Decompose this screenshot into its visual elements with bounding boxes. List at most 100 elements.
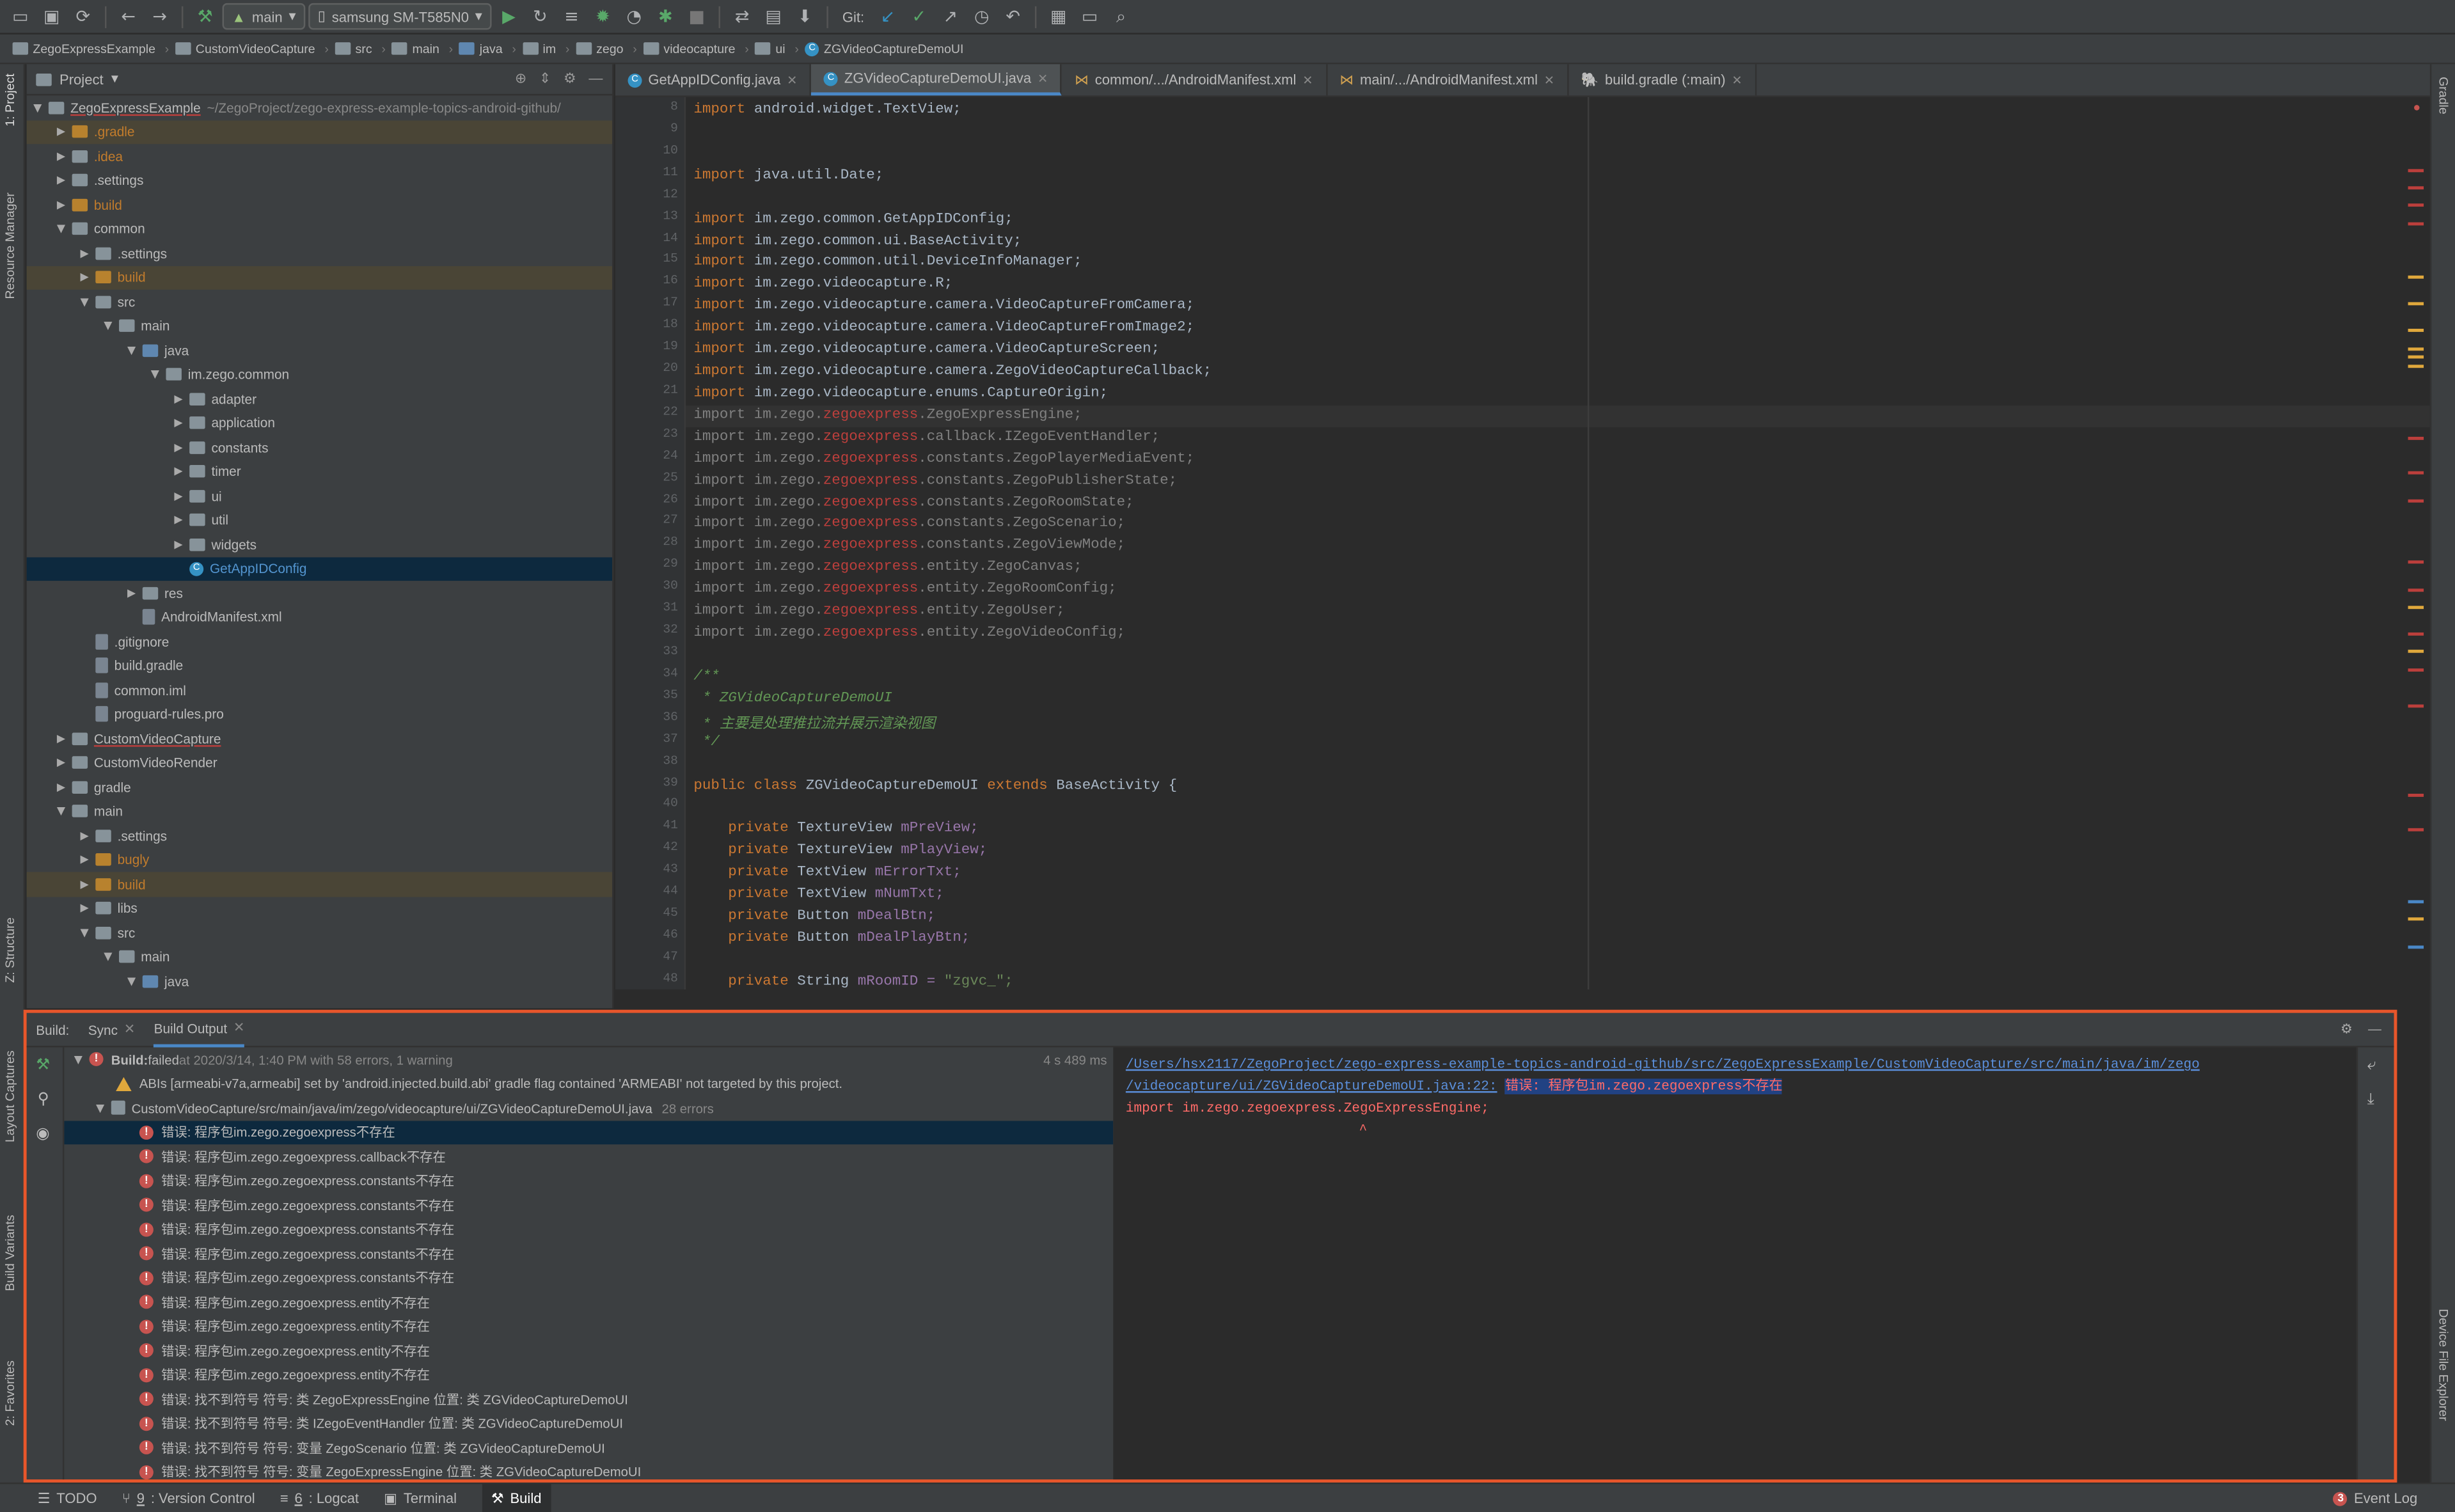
tree-item[interactable]: ▶ .settings [27, 168, 612, 193]
collapse-triangle-icon[interactable]: ▶ [171, 514, 186, 526]
build-error-row[interactable]: ! 错误: 程序包im.zego.zegoexpress.entity不存在 [64, 1290, 1113, 1314]
error-file-link-line[interactable]: /videocapture/ui/ZGVideoCaptureDemoUI.ja… [1126, 1078, 1497, 1094]
code-line[interactable]: import im.zego.videocapture.camera.Video… [693, 318, 1194, 335]
code-line[interactable]: import im.zego.zegoexpress.callback.IZeg… [693, 427, 1160, 445]
soft-wrap-icon[interactable]: ⤶ [2367, 1057, 2376, 1074]
error-stripe-marker[interactable] [2408, 900, 2424, 904]
tree-item[interactable]: ▶ .gradle [26, 120, 613, 145]
build-error-row[interactable]: ! 错误: 程序包im.zego.zegoexpress.entity不存在 [64, 1314, 1113, 1339]
tree-item[interactable]: proguard-rules.pro [27, 702, 612, 727]
device-select[interactable]: ▯ samsung SM-T585N0 ▾ [308, 3, 492, 30]
code-line[interactable]: import im.zego.videocapture.R; [693, 274, 952, 292]
expand-triangle-icon[interactable]: ▼ [30, 101, 45, 114]
code-line[interactable]: import im.zego.videocapture.camera.Video… [693, 296, 1194, 313]
avd-manager-icon[interactable]: ▤ [759, 3, 787, 31]
hide-icon[interactable]: — [588, 70, 603, 88]
collapse-triangle-icon[interactable]: ▶ [53, 150, 68, 162]
tool-tab-build[interactable]: ⚒ Build [482, 1483, 551, 1512]
tree-item[interactable]: build.gradle [27, 654, 612, 678]
attach-debugger-icon[interactable]: ✱ [651, 3, 679, 31]
profile-icon[interactable]: ◔ [620, 3, 648, 31]
code-line[interactable]: */ [693, 732, 720, 750]
build-error-row[interactable]: ! 错误: 找不到符号 符号: 变量 ZegoExpressEngine 位置: … [64, 1460, 1113, 1479]
collapse-triangle-icon[interactable]: ▶ [171, 393, 186, 406]
presentation-icon[interactable]: ▭ [1076, 3, 1104, 31]
breadcrumb-item[interactable]: ZegoExpressExample › [12, 42, 169, 56]
git-update-icon[interactable]: ↙ [874, 3, 902, 31]
tree-item[interactable]: ▼ java [27, 969, 612, 993]
tree-item[interactable]: ▶ timer [27, 459, 612, 484]
code-line[interactable]: public class ZGVideoCaptureDemoUI extend… [693, 776, 1177, 793]
error-stripe-marker[interactable] [2408, 668, 2424, 672]
pin-icon[interactable]: ⚲ [38, 1091, 49, 1108]
code-line[interactable]: import im.zego.videocapture.camera.Video… [693, 340, 1160, 357]
code-line[interactable]: * 主要是处理推拉流并展示渲染视图 [693, 711, 935, 732]
code-line[interactable]: import im.zego.zegoexpress.constants.Zeg… [693, 514, 1125, 532]
event-log-button[interactable]: 3 Event Log [2333, 1490, 2417, 1506]
tree-item[interactable]: ▶ .idea [27, 144, 612, 168]
error-stripe-marker[interactable] [2408, 329, 2424, 333]
code-editor[interactable]: 8 9 10 11 12 13 14 15 16 17 18 19 20 21 22 23 24 25 26 27 28… [615, 97, 2430, 989]
tree-item[interactable]: C GetAppIDConfig [26, 556, 613, 581]
debug-icon[interactable]: ✹ [588, 3, 617, 31]
error-stripe-marker[interactable] [2408, 792, 2424, 796]
editor-tab[interactable]: C ZGVideoCaptureDemoUI.java ✕ [811, 64, 1062, 96]
tree-item[interactable]: ▶ CustomVideoCapture [27, 727, 612, 751]
error-stripe-marker[interactable] [2408, 347, 2424, 350]
code-line[interactable]: import java.util.Date; [693, 166, 883, 183]
error-stripe-marker[interactable] [2408, 704, 2424, 707]
save-icon[interactable]: ▣ [38, 3, 66, 31]
tool-tab-layout-captures[interactable]: Layout Captures [3, 1050, 17, 1142]
expand-triangle-icon[interactable]: ▼ [92, 1102, 107, 1115]
build-error-row[interactable]: ! 错误: 程序包im.zego.zegoexpress.constants不存在 [64, 1193, 1113, 1217]
tool-tab-favorites[interactable]: 2: Favorites [3, 1360, 17, 1426]
back-icon[interactable]: ← [114, 3, 143, 31]
tree-item[interactable]: ▶ constants [27, 435, 612, 459]
collapse-triangle-icon[interactable]: ▶ [53, 781, 68, 794]
error-stripe-marker[interactable] [2408, 498, 2424, 502]
expand-triangle-icon[interactable]: ▼ [123, 975, 139, 988]
apply-code-changes-icon[interactable]: ≡ [557, 3, 585, 31]
error-stripe-marker[interactable] [2408, 168, 2424, 172]
collapse-triangle-icon[interactable]: ▶ [171, 417, 186, 430]
build-error-row[interactable]: ! 错误: 程序包im.zego.zegoexpress不存在 [64, 1120, 1114, 1145]
error-indicator-icon[interactable]: ● [2413, 102, 2420, 116]
close-icon[interactable]: ✕ [1732, 73, 1742, 87]
code-line[interactable]: import im.zego.zegoexpress.constants.Zeg… [693, 492, 1133, 510]
error-stripe-marker[interactable] [2408, 436, 2424, 439]
tree-item[interactable]: ▼ main [27, 945, 612, 969]
error-stripe-marker[interactable] [2408, 918, 2424, 922]
error-stripe-marker[interactable] [2408, 204, 2424, 208]
code-line[interactable]: private Button mDealBtn; [693, 906, 935, 924]
error-stripe-marker[interactable] [2408, 356, 2424, 359]
gradle-sync-icon[interactable]: ⇄ [728, 3, 756, 31]
breadcrumb-item[interactable]: zego › [576, 42, 637, 56]
code-line[interactable]: import im.zego.zegoexpress.entity.ZegoUs… [693, 601, 1064, 618]
collapse-triangle-icon[interactable]: ▶ [77, 878, 92, 891]
tree-item[interactable]: ▼ main [27, 314, 612, 338]
build-error-row[interactable]: ! 错误: 程序包im.zego.zegoexpress.callback不存在 [64, 1144, 1113, 1169]
editor-tab[interactable]: ⋈ main/.../AndroidManifest.xml ✕ [1327, 64, 1569, 96]
code-line[interactable]: import im.zego.zegoexpress.entity.ZegoVi… [693, 623, 1125, 640]
tool-tab-todo[interactable]: ☰ TODO [38, 1490, 97, 1507]
error-stripe-marker[interactable] [2408, 945, 2424, 949]
tool-tab-terminal[interactable]: ▣ Terminal [384, 1490, 457, 1507]
collapse-triangle-icon[interactable]: ▶ [77, 271, 92, 284]
rebuild-icon[interactable]: ⚒ [36, 1057, 50, 1074]
code-line[interactable]: private String mRoomID = "zgvc_"; [693, 972, 1013, 989]
tool-tab-logcat[interactable]: ≡ 6: Logcat [280, 1490, 359, 1506]
collapse-triangle-icon[interactable]: ▶ [171, 490, 186, 503]
error-file-link[interactable]: /Users/hsx2117/ZegoProject/zego-express-… [1126, 1057, 2200, 1072]
stop-icon[interactable]: ■ [683, 3, 711, 31]
collapse-triangle-icon[interactable]: ▶ [171, 466, 186, 478]
code-line[interactable]: /** [693, 666, 720, 684]
expand-triangle-icon[interactable]: ▼ [53, 223, 68, 235]
expand-triangle-icon[interactable]: ▼ [77, 926, 92, 939]
apply-changes-icon[interactable]: ↻ [526, 3, 554, 31]
breadcrumb-item[interactable]: CustomVideoCapture › [175, 42, 329, 56]
tree-item[interactable]: ▶ application [27, 411, 612, 436]
code-line[interactable]: import im.zego.zegoexpress.ZegoExpressEn… [693, 406, 1082, 423]
build-error-row[interactable]: ! 错误: 程序包im.zego.zegoexpress.constants不存在 [64, 1241, 1113, 1266]
tree-item[interactable]: ▼ java [27, 338, 612, 363]
build-warning-row[interactable]: ABIs [armeabi-v7a,armeabi] set by 'andro… [64, 1071, 1113, 1096]
